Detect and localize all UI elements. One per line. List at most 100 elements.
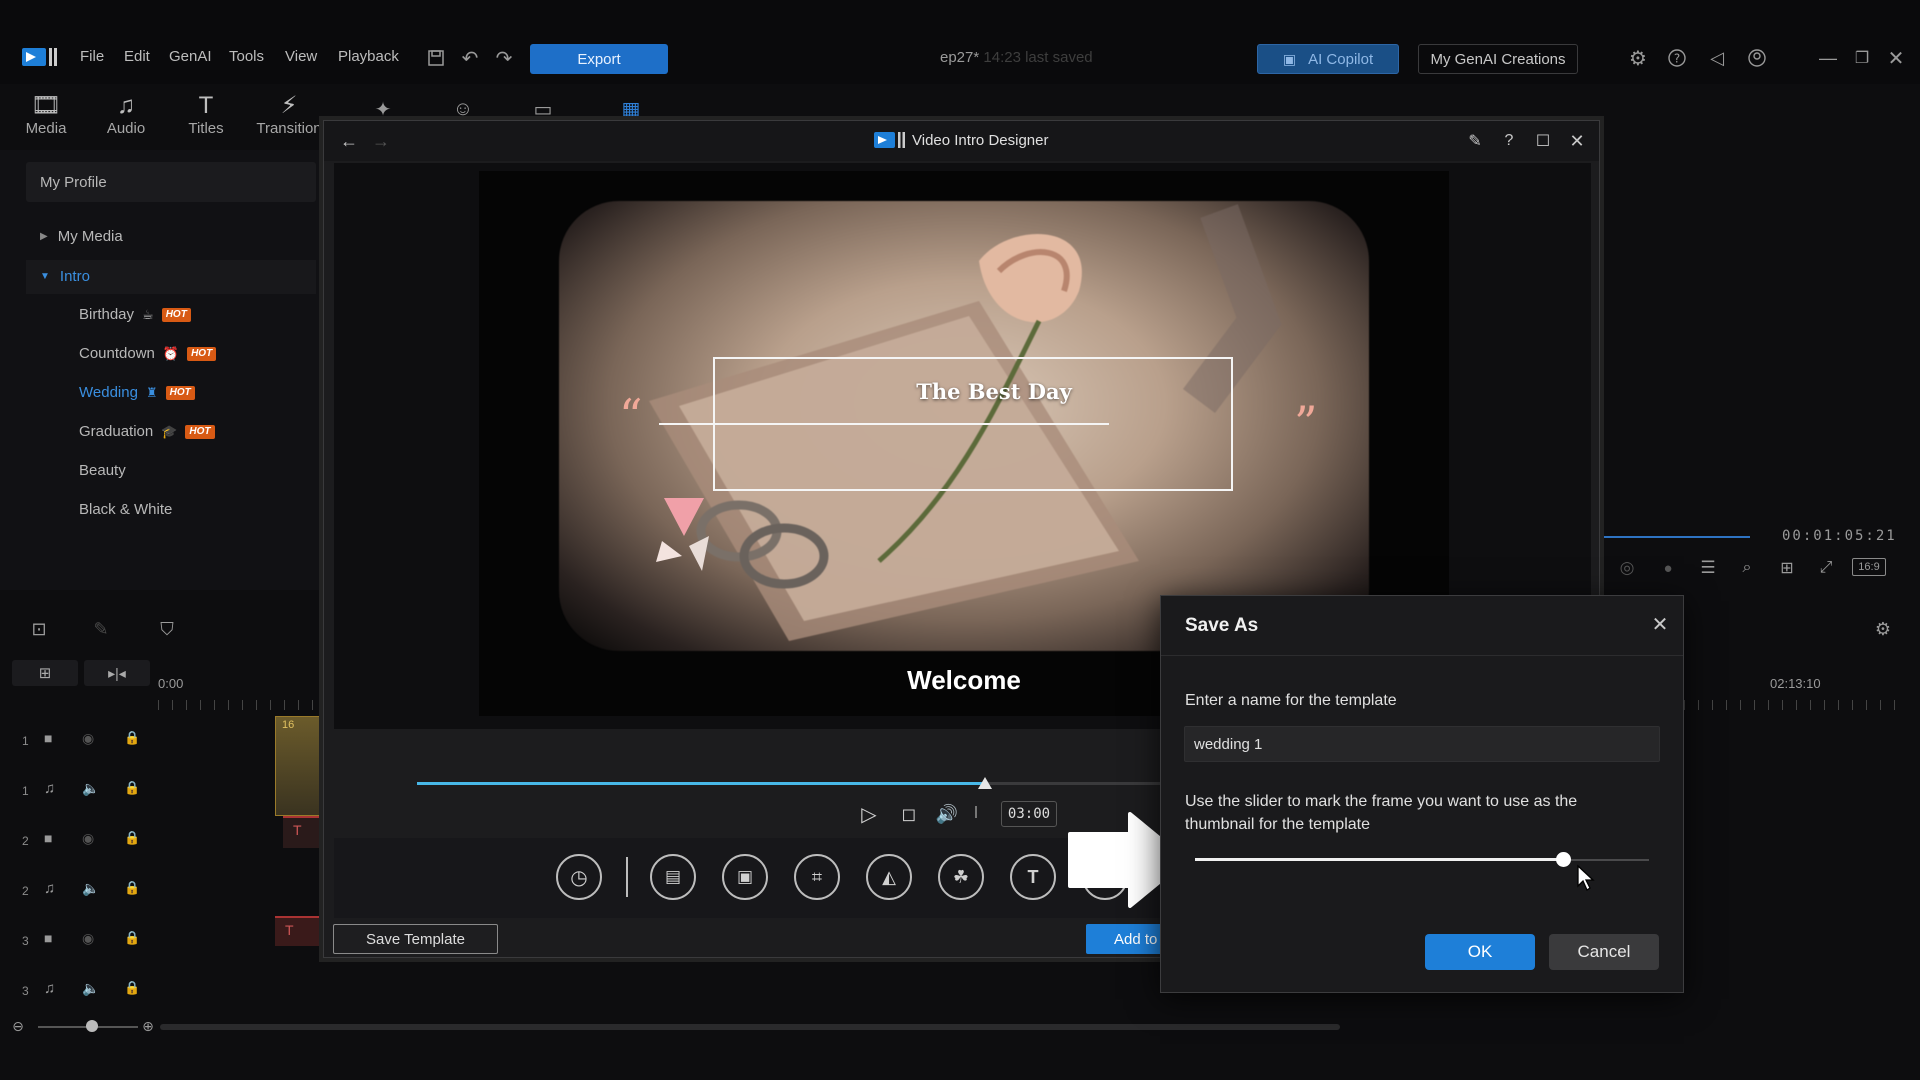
zoom-slider-thumb[interactable] — [86, 1020, 98, 1032]
eye-icon[interactable]: ◉ — [82, 930, 94, 947]
lock-icon[interactable]: 🔒 — [124, 830, 140, 846]
fit-timeline-button[interactable]: ▸|◂ — [84, 660, 150, 686]
lock-icon[interactable]: 🔒 — [124, 730, 140, 746]
layout-icon[interactable]: ⊞ — [1774, 556, 1800, 580]
library-item-wedding[interactable]: Wedding ♜ HOT — [79, 384, 195, 401]
video-clip[interactable]: 16 — [275, 716, 323, 816]
minimize-icon[interactable]: — — [1816, 46, 1840, 70]
mouse-cursor-icon — [1576, 864, 1596, 897]
menu-tools[interactable]: Tools — [229, 48, 264, 65]
text-tool-icon[interactable]: T — [1010, 854, 1056, 900]
fullscreen-icon[interactable]: ⤢ — [1813, 556, 1839, 580]
speaker-icon[interactable]: 🔈 — [82, 980, 99, 997]
snapshot-icon[interactable]: ◎ — [1614, 556, 1640, 580]
zoom-fit-icon[interactable]: ⌕ — [1734, 556, 1760, 580]
preview-title-text[interactable]: The Best Day — [879, 379, 1109, 404]
designer-close-icon[interactable]: ✕ — [1564, 129, 1590, 153]
subtitle-tab-icon[interactable]: ▭ — [528, 96, 558, 122]
color-blend-icon[interactable]: ☘ — [938, 854, 984, 900]
title-clip[interactable]: T — [275, 916, 323, 946]
help-icon[interactable]: ? — [1665, 46, 1689, 70]
speaker-icon[interactable]: 🔈 — [82, 880, 99, 897]
dialog-close-icon[interactable]: ✕ — [1647, 611, 1673, 637]
save-icon[interactable] — [424, 46, 448, 70]
zoom-in-icon[interactable]: ⊕ — [140, 1018, 156, 1034]
template-name-input[interactable] — [1184, 726, 1660, 762]
gear-icon[interactable]: ⚙ — [1626, 46, 1650, 70]
list-icon[interactable]: ☰ — [1695, 556, 1721, 580]
ok-button[interactable]: OK — [1425, 934, 1535, 970]
playback-progress-thumb[interactable] — [977, 777, 992, 789]
timeline-settings-icon[interactable]: ⚙ — [1870, 616, 1896, 642]
duration-clock-icon[interactable]: ◷ — [556, 854, 602, 900]
my-media-folder[interactable]: ▶ My Media — [40, 228, 123, 245]
lock-icon[interactable]: 🔒 — [124, 980, 140, 996]
menu-edit[interactable]: Edit — [124, 48, 150, 65]
menu-view[interactable]: View — [285, 48, 317, 65]
designer-maximize-icon[interactable]: ☐ — [1530, 129, 1556, 153]
menu-genai[interactable]: GenAI — [169, 48, 212, 65]
add-track-button[interactable]: ⊞ — [12, 660, 78, 686]
close-app-icon[interactable]: ✕ — [1884, 46, 1908, 70]
redo-icon[interactable]: ↷ — [492, 46, 516, 70]
template-tab-icon[interactable]: ▦ — [616, 96, 646, 122]
aspect-ratio-button[interactable]: 16:9 — [1852, 558, 1886, 576]
designer-help-icon[interactable]: ? — [1496, 129, 1522, 153]
tab-titles[interactable]: T Titles — [170, 92, 242, 146]
timeline-scrollbar[interactable] — [160, 1024, 1340, 1030]
lock-icon[interactable]: 🔒 — [124, 780, 140, 796]
eye-icon[interactable]: ◉ — [82, 730, 94, 747]
speaker-icon[interactable]: 🔈 — [82, 780, 99, 797]
library-item-graduation[interactable]: Graduation 🎓 HOT — [79, 423, 215, 440]
save-template-button[interactable]: Save Template — [333, 924, 498, 954]
zoom-out-icon[interactable]: ⊖ — [10, 1018, 26, 1034]
library-item-birthday[interactable]: Birthday ☕ HOT — [79, 306, 191, 323]
thumbnail-slider-thumb[interactable] — [1555, 852, 1571, 867]
menu-playback[interactable]: Playback — [338, 48, 399, 65]
genai-creations-button[interactable]: My GenAI Creations — [1418, 44, 1578, 74]
library-item-beauty[interactable]: Beauty — [79, 462, 126, 479]
library-item-label: Beauty — [79, 462, 126, 479]
ai-copilot-button[interactable]: ▣ AI Copilot — [1257, 44, 1399, 74]
title-clip[interactable]: T — [283, 816, 323, 848]
save-as-dialog: Save As ✕ Enter a name for the template … — [1160, 595, 1684, 993]
undo-icon[interactable]: ← — [336, 129, 362, 153]
cancel-button[interactable]: Cancel — [1549, 934, 1659, 970]
marker-icon[interactable]: ⛉ — [154, 616, 180, 642]
time-divider — [975, 806, 977, 818]
pen-icon[interactable]: ✎ — [88, 616, 114, 642]
eye-icon[interactable]: ◉ — [82, 830, 94, 847]
record-icon[interactable]: ● — [1655, 556, 1681, 580]
stop-icon[interactable]: ◻ — [896, 801, 922, 827]
play-icon[interactable]: ▷ — [856, 801, 882, 827]
replace-media-icon[interactable]: ▤ — [650, 854, 696, 900]
my-profile-item[interactable]: My Profile — [26, 162, 316, 202]
feedback-icon[interactable]: ◁ — [1705, 46, 1729, 70]
designer-edit-icon[interactable]: ✎ — [1462, 129, 1488, 153]
intro-folder[interactable]: ▼ Intro — [40, 268, 90, 285]
redo-icon[interactable]: → — [368, 129, 394, 153]
undo-icon[interactable]: ↶ — [458, 46, 482, 70]
tab-transition[interactable]: ⚡ Transition — [250, 92, 328, 146]
export-button[interactable]: Export — [530, 44, 668, 74]
title-t-icon: T — [198, 92, 214, 119]
lock-icon[interactable]: 🔒 — [124, 930, 140, 946]
crop-icon[interactable]: ⌗ — [794, 854, 840, 900]
sticker-tab-icon[interactable]: ☺ — [448, 96, 478, 122]
lock-icon[interactable]: 🔒 — [124, 880, 140, 896]
tab-audio[interactable]: ♫ Audio — [90, 92, 162, 146]
volume-icon[interactable]: 🔊 — [934, 801, 960, 827]
toolbar-divider — [626, 857, 628, 897]
account-icon[interactable] — [1745, 46, 1769, 70]
menu-file[interactable]: File — [80, 48, 104, 65]
music-note-icon: ♫ — [44, 780, 56, 797]
restore-icon[interactable]: ❐ — [1850, 46, 1874, 70]
effects-tab-icon[interactable]: ✦ — [368, 96, 398, 122]
background-icon[interactable]: ▣ — [722, 854, 768, 900]
flip-icon[interactable]: ◭ — [866, 854, 912, 900]
library-item-black-white[interactable]: Black & White — [79, 501, 172, 518]
tab-media[interactable]: 🎞 Media — [10, 92, 82, 146]
track-audio-2: 2 ♫ 🔈 🔒 — [0, 866, 320, 916]
track-manager-icon[interactable]: ⊡ — [26, 616, 52, 642]
library-item-countdown[interactable]: Countdown ⏰ HOT — [79, 345, 217, 362]
